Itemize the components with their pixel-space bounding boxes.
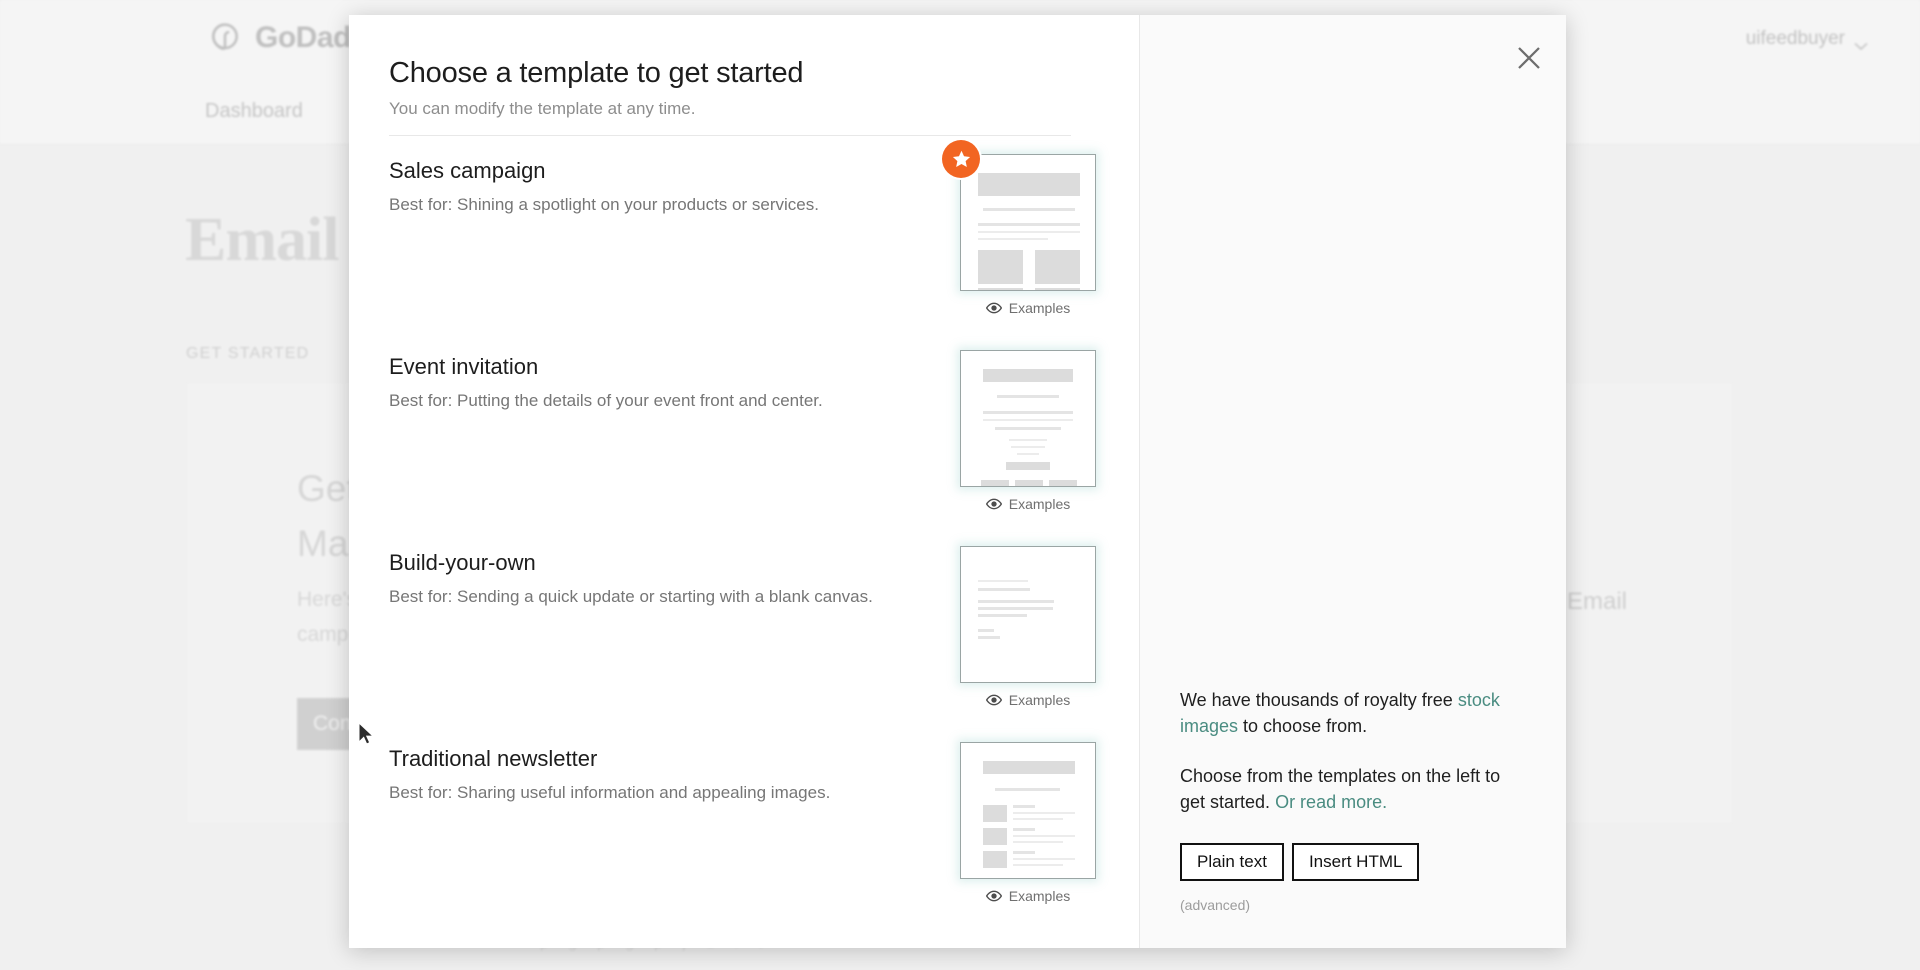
godaddy-logo-icon [205, 18, 245, 58]
template-option-event-invitation[interactable]: Event invitation Best for: Putting the d… [389, 332, 1099, 528]
insert-html-button[interactable]: Insert HTML [1291, 843, 1420, 882]
template-option-build-your-own[interactable]: Build-your-own Best for: Sending a quick… [389, 528, 1099, 724]
template-info: Build-your-own Best for: Sending a quick… [389, 528, 957, 607]
right-panel-body: We have thousands of royalty free stock … [1180, 687, 1526, 913]
examples-link[interactable]: Examples [985, 300, 1071, 316]
account-menu[interactable]: uifeedbuyer [1746, 28, 1868, 50]
template-name: Sales campaign [389, 158, 546, 183]
template-thumbnail-wrap[interactable]: Examples [957, 724, 1099, 904]
examples-label: Examples [1008, 692, 1071, 708]
close-icon[interactable] [1514, 43, 1544, 73]
chevron-down-icon [1854, 35, 1868, 50]
dialog-title: Choose a template to get started [389, 57, 804, 89]
card-text-line2: camp [297, 623, 349, 646]
stock-images-text-pre: We have thousands of royalty free [1180, 690, 1458, 710]
template-info: Sales campaign Best for: Shining a spotl… [389, 136, 957, 215]
template-description: Best for: Putting the details of your ev… [389, 391, 823, 410]
advanced-note: (advanced) [1180, 897, 1251, 914]
plain-text-button[interactable]: Plain text [1180, 843, 1284, 882]
examples-label: Examples [1008, 496, 1071, 512]
thumbnail-build-your-own [960, 546, 1096, 683]
examples-label: Examples [1008, 300, 1071, 316]
template-chooser-dialog: Choose a template to get started You can… [349, 15, 1566, 948]
template-thumbnail-wrap[interactable]: Examples [942, 136, 1099, 316]
eye-icon [985, 300, 1002, 316]
thumbnail-sales-campaign [960, 154, 1096, 291]
dialog-header: Choose a template to get started You can… [349, 15, 1139, 136]
template-name: Build-your-own [389, 550, 536, 575]
read-more-link[interactable]: Or read more. [1275, 792, 1387, 812]
nav-item-dashboard[interactable]: Dashboard [205, 100, 303, 123]
template-description: Best for: Sending a quick update or star… [389, 587, 873, 606]
examples-link[interactable]: Examples [985, 496, 1071, 512]
template-info: Traditional newsletter Best for: Sharing… [389, 724, 957, 803]
section-label: GET STARTED [186, 345, 310, 362]
star-icon [942, 140, 980, 178]
template-thumbnail-wrap[interactable]: Examples [957, 332, 1099, 512]
stock-images-paragraph: We have thousands of royalty free stock … [1180, 687, 1526, 739]
examples-label: Examples [1008, 888, 1071, 904]
eye-icon [985, 496, 1002, 512]
examples-link[interactable]: Examples [985, 888, 1071, 904]
stock-images-text-post: to choose from. [1238, 716, 1368, 737]
eye-icon [985, 692, 1002, 708]
dialog-right-panel: We have thousands of royalty free stock … [1139, 15, 1566, 948]
dialog-left-panel: Choose a template to get started You can… [349, 15, 1139, 948]
template-description: Best for: Shining a spotlight on your pr… [389, 195, 819, 214]
template-option-traditional-newsletter[interactable]: Traditional newsletter Best for: Sharing… [389, 724, 1099, 920]
template-thumbnail-wrap[interactable]: Examples [957, 528, 1099, 708]
thumbnail-event-invitation [960, 350, 1096, 487]
template-info: Event invitation Best for: Putting the d… [389, 332, 957, 411]
thumbnail-traditional-newsletter [960, 742, 1096, 879]
template-description: Best for: Sharing useful information and… [389, 783, 831, 802]
eye-icon [985, 888, 1002, 904]
card-heading-line1: Get [297, 468, 357, 509]
page-title: Email [185, 206, 339, 274]
card-email-word: Email [1567, 588, 1628, 615]
template-option-sales-campaign[interactable]: Sales campaign Best for: Shining a spotl… [389, 136, 1099, 332]
template-name: Event invitation [389, 354, 539, 379]
advanced-button-row: Plain text Insert HTML [1180, 843, 1526, 882]
template-name: Traditional newsletter [389, 746, 598, 771]
dialog-subtitle: You can modify the template at any time. [389, 99, 696, 118]
template-list: Sales campaign Best for: Shining a spotl… [349, 136, 1139, 920]
choose-templates-paragraph: Choose from the templates on the left to… [1180, 763, 1526, 815]
account-name: uifeedbuyer [1745, 28, 1845, 49]
examples-link[interactable]: Examples [985, 692, 1071, 708]
